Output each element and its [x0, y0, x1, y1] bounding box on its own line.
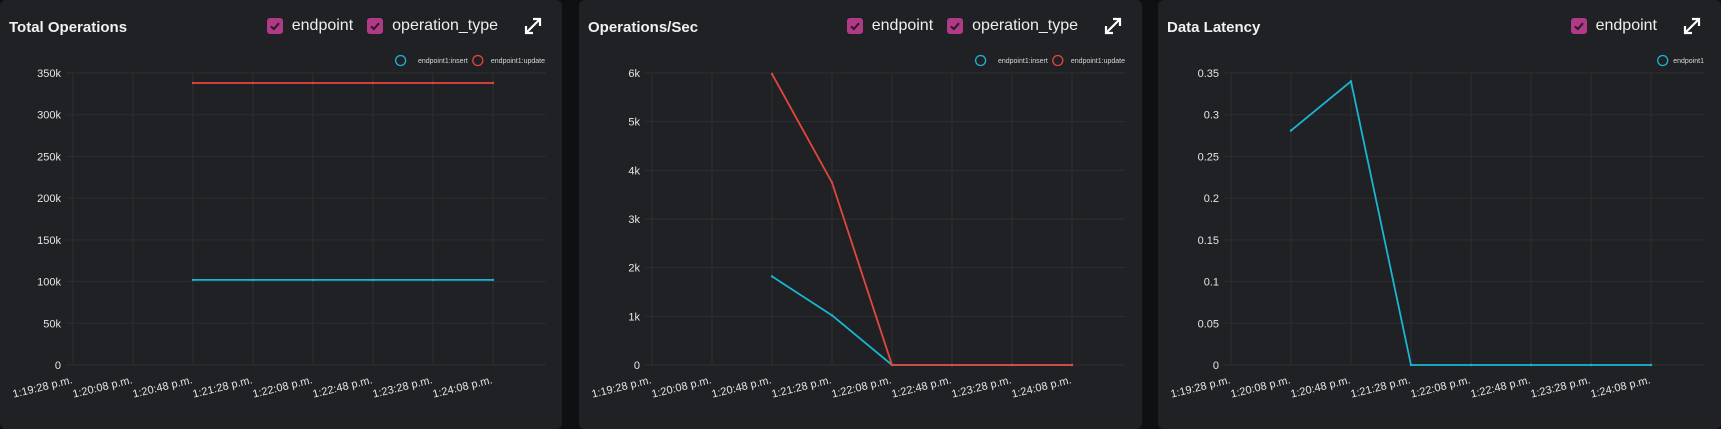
- x-tick-label: 1:20:08 p.m.: [650, 374, 712, 400]
- panel-operations-per-sec: Operations/Sec endpoint operation_type 0…: [579, 0, 1142, 429]
- data-point: [371, 278, 375, 282]
- x-tick-label: 1:24:08 p.m.: [1589, 374, 1651, 400]
- x-tick-label: 1:23:28 p.m.: [1529, 374, 1591, 400]
- data-point: [950, 363, 954, 367]
- y-tick-label: 150k: [37, 235, 61, 247]
- y-tick-label: 3k: [628, 214, 640, 226]
- y-tick-label: 200k: [37, 193, 61, 205]
- y-tick-label: 0.2: [1204, 193, 1219, 205]
- y-tick-label: 1k: [628, 311, 640, 323]
- data-point: [890, 363, 894, 367]
- x-tick-label: 1:23:28 p.m.: [371, 374, 433, 400]
- x-tick-label: 1:22:48 p.m.: [890, 374, 952, 400]
- y-tick-label: 0.15: [1198, 235, 1219, 247]
- data-point: [1469, 363, 1473, 367]
- data-point: [770, 72, 774, 76]
- data-point: [311, 278, 315, 282]
- data-point: [830, 314, 834, 317]
- legend-marker: [472, 54, 484, 67]
- x-tick-label: 1:24:08 p.m.: [1010, 374, 1072, 400]
- x-tick-label: 1:20:08 p.m.: [1229, 374, 1291, 400]
- data-point: [191, 81, 195, 85]
- legend-label: endpoint1: [1673, 58, 1704, 65]
- data-point: [1010, 363, 1014, 367]
- y-tick-label: 100k: [37, 277, 61, 289]
- x-tick-label: 1:22:08 p.m.: [251, 374, 313, 400]
- x-tick-label: 1:23:28 p.m.: [950, 374, 1012, 400]
- x-tick-label: 1:22:48 p.m.: [1469, 374, 1531, 400]
- y-tick-label: 0: [634, 360, 640, 372]
- dashboard: Total Operations endpoint operation_type: [0, 0, 1721, 429]
- y-tick-label: 6k: [628, 68, 640, 80]
- x-tick-label: 1:22:48 p.m.: [311, 374, 373, 400]
- x-tick-label: 1:20:48 p.m.: [710, 374, 772, 400]
- legend-label: endpoint1:insert: [418, 58, 468, 65]
- y-tick-label: 350k: [37, 68, 61, 80]
- y-tick-label: 0: [1213, 360, 1219, 372]
- y-tick-label: 0.3: [1204, 110, 1219, 122]
- y-tick-label: 4k: [628, 165, 640, 177]
- x-tick-label: 1:19:28 p.m.: [1169, 374, 1231, 400]
- chart-operations-per-sec: 01k2k3k4k5k6k1:19:28 p.m.1:20:08 p.m.1:2…: [590, 54, 1125, 401]
- data-point: [1349, 80, 1353, 83]
- series-line: [771, 275, 1072, 366]
- chart-data-latency: 00.050.10.150.20.250.30.351:19:28 p.m.1:…: [1169, 54, 1704, 401]
- y-tick-label: 0.1: [1204, 277, 1219, 289]
- legend-label: endpoint1:update: [491, 58, 545, 65]
- y-tick-label: 5k: [628, 117, 640, 129]
- x-tick-label: 1:22:08 p.m.: [830, 374, 892, 400]
- legend-label: endpoint1:insert: [998, 58, 1048, 65]
- y-tick-label: 250k: [37, 151, 61, 163]
- x-tick-label: 1:20:48 p.m.: [1289, 374, 1351, 400]
- y-tick-label: 0.25: [1198, 151, 1219, 163]
- data-point: [1070, 363, 1074, 367]
- x-tick-label: 1:19:28 p.m.: [11, 374, 73, 400]
- data-point: [1529, 363, 1533, 367]
- data-point: [191, 278, 195, 282]
- data-point: [770, 275, 774, 278]
- data-point: [1589, 363, 1593, 367]
- legend-marker: [1657, 54, 1669, 67]
- x-tick-label: 1:21:28 p.m.: [191, 374, 253, 400]
- x-tick-label: 1:21:28 p.m.: [1349, 374, 1411, 400]
- data-point: [830, 181, 834, 184]
- data-point: [431, 81, 435, 85]
- y-tick-label: 300k: [37, 110, 61, 122]
- legend-marker: [974, 54, 987, 67]
- data-point: [1649, 363, 1653, 367]
- x-tick-label: 1:22:08 p.m.: [1409, 374, 1471, 400]
- data-point: [491, 81, 495, 85]
- data-point: [1409, 363, 1413, 367]
- panel-total-operations: Total Operations endpoint operation_type: [0, 0, 562, 429]
- data-point: [371, 81, 375, 85]
- x-tick-label: 1:20:48 p.m.: [131, 374, 193, 400]
- data-point: [1289, 129, 1293, 132]
- chart-total-operations: 0 50k 100k 150k 200k 250k 300k 350k 1:19:28 p.m.…: [11, 54, 546, 401]
- legend-label: endpoint1:update: [1071, 58, 1125, 65]
- x-tick-label: 1:24:08 p.m.: [431, 374, 493, 400]
- data-point: [251, 278, 255, 282]
- y-tick-label: 50k: [43, 318, 61, 330]
- x-tick-label: 1:19:28 p.m.: [590, 374, 652, 400]
- data-point: [251, 81, 255, 85]
- panel-data-latency: Data Latency endpoint 0 0.05 0.1 0.15 0.2 0.2…: [1158, 0, 1721, 429]
- data-point: [491, 278, 495, 282]
- data-point: [431, 278, 435, 282]
- y-tick-label: 0: [55, 360, 61, 372]
- legend-marker: [1052, 54, 1064, 67]
- x-tick-label: 1:21:28 p.m.: [770, 374, 832, 400]
- data-point: [311, 81, 315, 85]
- legend-marker: [394, 54, 407, 67]
- x-tick-label: 1:20:08 p.m.: [71, 374, 133, 400]
- y-tick-label: 0.05: [1198, 318, 1219, 330]
- y-tick-label: 2k: [628, 263, 640, 275]
- y-tick-label: 0.35: [1198, 68, 1219, 80]
